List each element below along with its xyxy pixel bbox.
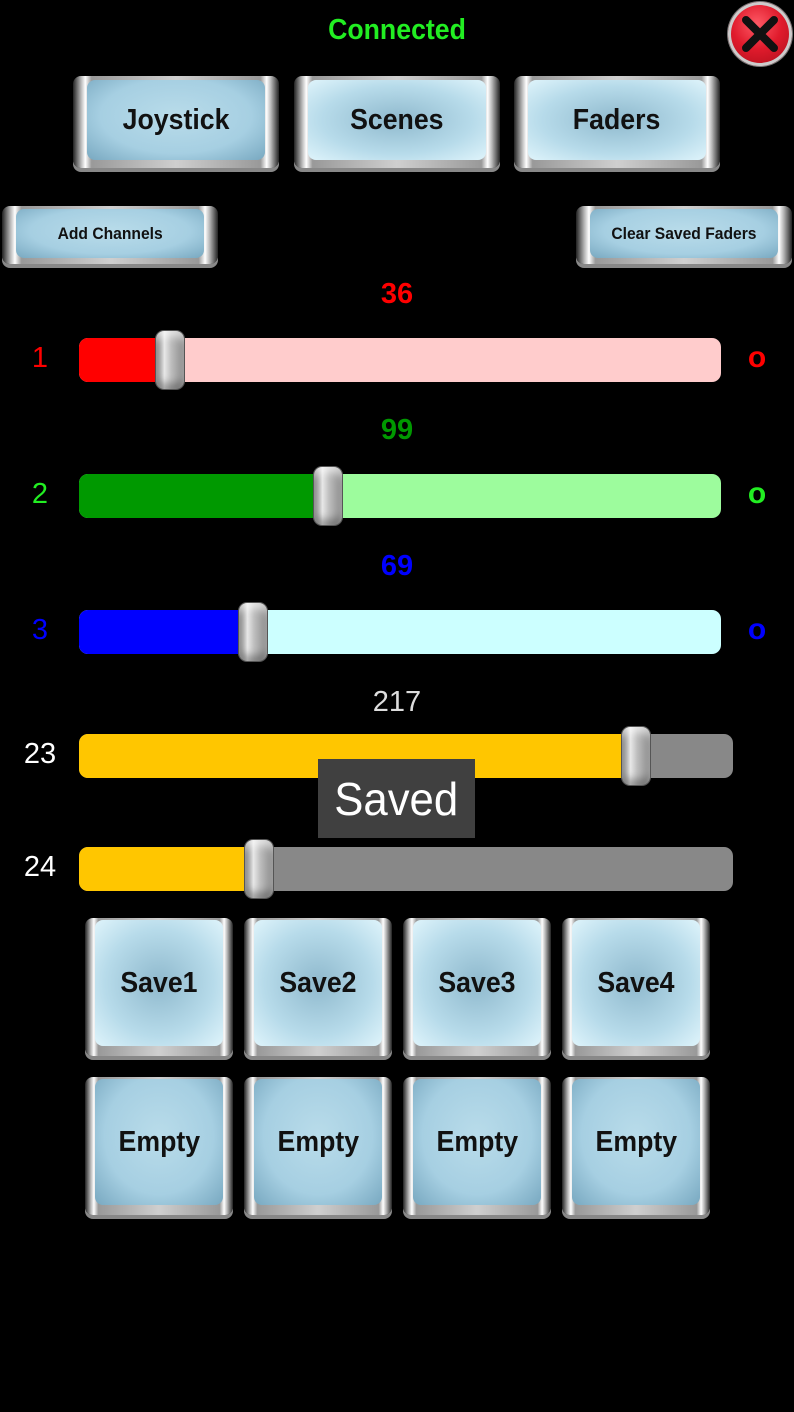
- fader-channel-label: 1: [31, 342, 49, 374]
- fader-fill: [79, 847, 259, 891]
- slot4-label: Empty: [595, 1125, 677, 1158]
- fader-thumb[interactable]: [622, 727, 650, 785]
- connection-status: Connected: [328, 14, 466, 46]
- fader-right-indicator: o: [747, 613, 767, 646]
- fader-channel-label: 2: [31, 478, 49, 510]
- fader-thumb[interactable]: [156, 331, 184, 389]
- fader-track-2[interactable]: [79, 467, 721, 525]
- fader-channel-label: 24: [23, 851, 57, 883]
- tab-scenes[interactable]: Scenes: [294, 76, 500, 168]
- fader-value-2: 99: [380, 414, 414, 446]
- save2-label: Save2: [279, 966, 357, 999]
- fader-thumb[interactable]: [314, 467, 342, 525]
- fader-track-24[interactable]: [79, 840, 733, 898]
- save3-button[interactable]: Save3: [403, 918, 551, 1056]
- slot2-label: Empty: [277, 1125, 359, 1158]
- tab-scenes-label: Scenes: [350, 103, 444, 136]
- add-channels-button[interactable]: Add Channels: [2, 206, 218, 264]
- slot1-button[interactable]: Empty: [85, 1077, 233, 1215]
- save1-label: Save1: [120, 966, 198, 999]
- fader-fill: [79, 474, 328, 518]
- tab-faders-label: Faders: [573, 103, 661, 136]
- fader-value-23: 217: [372, 686, 422, 718]
- fader-channel-label: 23: [23, 738, 57, 770]
- saved-toast: Saved: [318, 759, 475, 838]
- tab-faders[interactable]: Faders: [514, 76, 720, 168]
- fader-track-1[interactable]: [79, 331, 721, 389]
- slot2-button[interactable]: Empty: [244, 1077, 392, 1215]
- clear-saved-faders-button[interactable]: Clear Saved Faders: [576, 206, 792, 264]
- fader-track-3[interactable]: [79, 603, 721, 661]
- fader-value-3: 69: [380, 550, 414, 582]
- fader-fill: [79, 610, 253, 654]
- slot3-button[interactable]: Empty: [403, 1077, 551, 1215]
- toast-text: Saved: [334, 772, 459, 825]
- tab-joystick[interactable]: Joystick: [73, 76, 279, 168]
- close-button[interactable]: [728, 2, 792, 66]
- fader-thumb[interactable]: [239, 603, 267, 661]
- save2-button[interactable]: Save2: [244, 918, 392, 1056]
- slot1-label: Empty: [118, 1125, 200, 1158]
- fader-channel-label: 3: [31, 614, 49, 646]
- save4-button[interactable]: Save4: [562, 918, 710, 1056]
- fader-right-indicator: o: [747, 477, 767, 510]
- save3-label: Save3: [438, 966, 516, 999]
- fader-thumb[interactable]: [245, 840, 273, 898]
- clear-saved-faders-label: Clear Saved Faders: [611, 223, 757, 243]
- save1-button[interactable]: Save1: [85, 918, 233, 1056]
- save4-label: Save4: [597, 966, 675, 999]
- tab-joystick-label: Joystick: [122, 103, 230, 136]
- add-channels-label: Add Channels: [57, 223, 163, 243]
- slot3-label: Empty: [436, 1125, 518, 1158]
- fader-value-1: 36: [380, 278, 414, 310]
- slot4-button[interactable]: Empty: [562, 1077, 710, 1215]
- close-x-icon: [742, 16, 778, 52]
- fader-right-indicator: o: [747, 341, 767, 374]
